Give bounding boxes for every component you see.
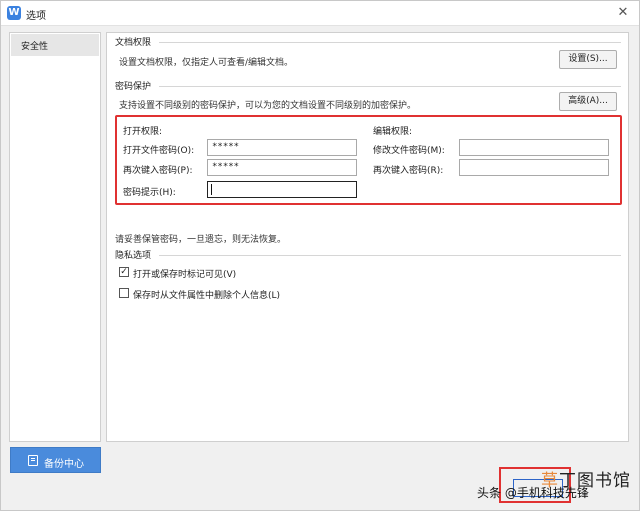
- open-password-label: 打开文件密码(O):: [123, 146, 195, 156]
- doc-permission-desc: 设置文档权限，仅指定人可查看/编辑文档。: [119, 58, 294, 68]
- sidebar: 安全性: [9, 32, 101, 442]
- options-dialog: W 选项 ✕ 安全性 备份中心 文档权限 设置文档权限，仅指定人可查看/编辑文档…: [0, 0, 640, 511]
- mark-visible-label[interactable]: 打开或保存时标记可见(V): [133, 267, 236, 280]
- section-divider: [159, 42, 621, 43]
- password-protect-desc: 支持设置不同级别的密码保护，可以为您的文档设置不同级别的加密保护。: [119, 101, 417, 111]
- backup-center-label: 备份中心: [44, 459, 84, 470]
- edit-password-label: 修改文件密码(M):: [373, 146, 445, 156]
- open-password-input[interactable]: *****: [207, 139, 357, 156]
- password-hint-label: 密码提示(H):: [123, 188, 176, 198]
- advanced-button[interactable]: 高级(A)...: [559, 92, 617, 111]
- backup-center-button[interactable]: 备份中心: [10, 447, 101, 473]
- open-confirm-label: 再次键入密码(P):: [123, 166, 193, 176]
- edit-password-input[interactable]: [459, 139, 609, 156]
- close-icon[interactable]: ✕: [615, 5, 631, 21]
- password-notice: 请妥善保管密码，一旦遗忘，则无法恢复。: [115, 235, 287, 245]
- sidebar-item-security[interactable]: 安全性: [11, 34, 99, 56]
- window-title: 选项: [26, 11, 46, 22]
- sidebar-item-label: 安全性: [21, 42, 49, 52]
- edit-confirm-label: 再次键入密码(R):: [373, 166, 444, 176]
- doc-permission-title: 文档权限: [115, 38, 152, 48]
- open-permission-heading: 打开权限:: [123, 127, 163, 137]
- backup-icon: [28, 455, 38, 466]
- remove-personal-info-checkbox[interactable]: [119, 288, 129, 298]
- section-divider: [159, 86, 621, 87]
- mark-visible-checkbox[interactable]: ✓: [119, 267, 129, 277]
- set-permission-button[interactable]: 设置(S)...: [559, 50, 617, 69]
- password-hint-input[interactable]: [207, 181, 357, 198]
- privacy-options-title: 隐私选项: [115, 251, 152, 261]
- watermark-source: 头条 @手机科技先锋: [477, 486, 589, 500]
- remove-personal-info-label[interactable]: 保存时从文件属性中删除个人信息(L): [133, 288, 280, 301]
- edit-permission-heading: 编辑权限:: [373, 127, 413, 137]
- text-caret: [211, 184, 212, 195]
- section-divider: [159, 255, 621, 256]
- open-confirm-input[interactable]: *****: [207, 159, 357, 176]
- password-protect-title: 密码保护: [115, 82, 152, 92]
- wps-app-icon: W: [7, 6, 21, 20]
- title-bar: W 选项 ✕: [1, 1, 639, 26]
- edit-confirm-input[interactable]: [459, 159, 609, 176]
